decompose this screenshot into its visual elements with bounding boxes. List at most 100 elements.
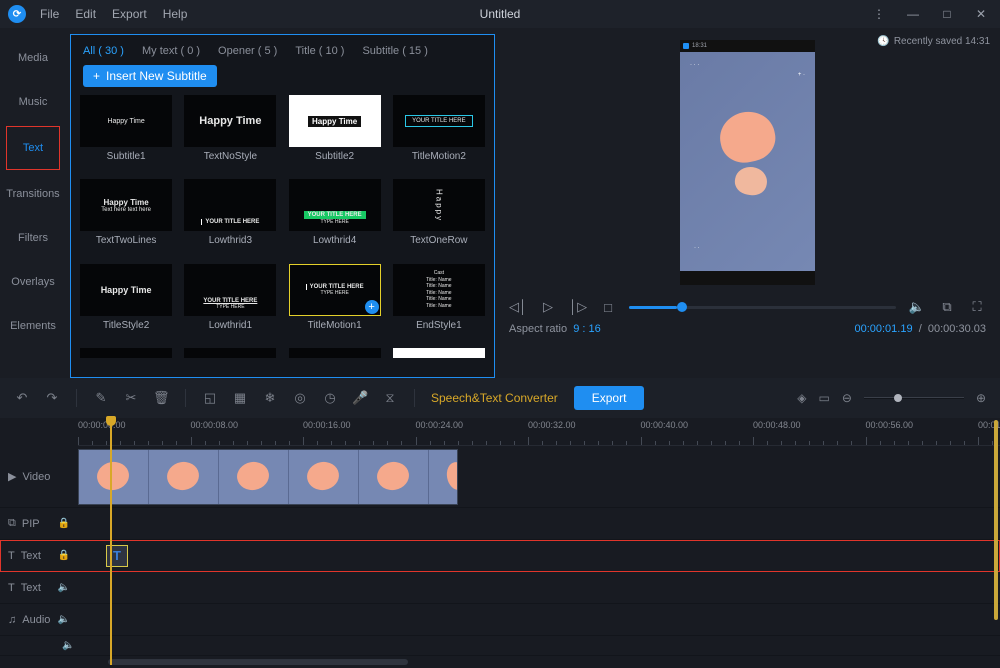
template-card[interactable]: YOUR TITLE HERE Lowthrid3 bbox=[181, 179, 279, 257]
fullscreen-icon[interactable]: ⛶ bbox=[968, 299, 986, 315]
mute-icon[interactable]: 🔈 bbox=[58, 614, 70, 625]
track-label: Text bbox=[21, 550, 41, 562]
template-card[interactable] bbox=[286, 348, 384, 369]
preview-seek-slider[interactable] bbox=[629, 306, 896, 309]
sidebar-item-overlays[interactable]: Overlays bbox=[0, 260, 66, 304]
mosaic-icon[interactable]: ▦ bbox=[232, 390, 248, 406]
template-card[interactable]: Happy Time TextNoStyle bbox=[181, 95, 279, 173]
lock-icon[interactable]: 🔒 bbox=[58, 550, 70, 561]
template-card[interactable]: YOUR TITLE HERETYPE HERE+ TitleMotion1 bbox=[286, 264, 384, 342]
thumb-sub: TYPE HERE bbox=[216, 304, 244, 310]
sidebar-item-filters[interactable]: Filters bbox=[0, 216, 66, 260]
template-card[interactable]: Happy Time TitleStyle2 bbox=[77, 264, 175, 342]
redo-icon[interactable]: ↷ bbox=[44, 390, 60, 406]
playhead[interactable] bbox=[110, 418, 112, 665]
template-card[interactable] bbox=[77, 348, 175, 369]
freeze-icon[interactable]: ❄ bbox=[262, 390, 278, 406]
template-caption: EndStyle1 bbox=[416, 320, 462, 331]
sidebar-item-elements[interactable]: Elements bbox=[0, 304, 66, 348]
tab-all[interactable]: All ( 30 ) bbox=[83, 45, 124, 57]
add-template-icon[interactable]: + bbox=[365, 300, 379, 314]
timeline-ruler[interactable]: 00:00:00.0000:00:08.0000:00:16.0000:00:2… bbox=[78, 418, 1000, 446]
template-card[interactable]: YOUR TITLE HERE TitleMotion2 bbox=[390, 95, 488, 173]
volume-icon[interactable]: 🔈 bbox=[908, 299, 926, 315]
export-button[interactable]: Export bbox=[574, 386, 645, 410]
preview-player[interactable]: 18:31 · · · + · · · bbox=[680, 40, 815, 285]
close-button[interactable]: ✕ bbox=[970, 7, 992, 21]
template-card[interactable]: Happy Time Subtitle2 bbox=[286, 95, 384, 173]
sidebar-item-music[interactable]: Music bbox=[0, 80, 66, 124]
mute-icon[interactable]: 🔈 bbox=[58, 582, 70, 593]
track-extra[interactable]: 🔈 bbox=[0, 636, 1000, 656]
undo-icon[interactable]: ↶ bbox=[14, 390, 30, 406]
tab-opener[interactable]: Opener ( 5 ) bbox=[218, 45, 277, 57]
timeline-vscroll[interactable] bbox=[994, 420, 998, 620]
lock-icon[interactable]: 🔒 bbox=[58, 518, 70, 529]
track-pip[interactable]: ⧉PIP🔒 bbox=[0, 508, 1000, 540]
maximize-button[interactable]: □ bbox=[936, 7, 958, 21]
thumb-text: Happy Time bbox=[101, 285, 152, 295]
zoom-out-icon[interactable]: ⊖ bbox=[842, 391, 852, 405]
template-card[interactable]: CastTitle: NameTitle: NameTitle: NameTit… bbox=[390, 264, 488, 342]
template-grid[interactable]: Happy Time Subtitle1 Happy Time TextNoSt… bbox=[71, 95, 494, 377]
play-icon[interactable]: ▷ bbox=[539, 299, 557, 315]
zoom-tool-icon[interactable]: ◎ bbox=[292, 390, 308, 406]
track-audio[interactable]: ♫Audio🔈 bbox=[0, 604, 1000, 636]
video-clip[interactable]: 20211115_13261 .gif bbox=[78, 449, 458, 505]
zoom-slider[interactable] bbox=[864, 397, 964, 399]
speech-text-converter-button[interactable]: Speech&Text Converter bbox=[431, 391, 558, 405]
tab-title[interactable]: Title ( 10 ) bbox=[295, 45, 344, 57]
snapshot-icon[interactable]: ⧉ bbox=[938, 299, 956, 315]
minimize-button[interactable]: — bbox=[902, 7, 924, 21]
zoom-in-icon[interactable]: ⊕ bbox=[976, 391, 986, 405]
prev-frame-icon[interactable]: ◁│ bbox=[509, 299, 527, 315]
crop-icon[interactable]: ◱ bbox=[202, 390, 218, 406]
track-text-1[interactable]: TText🔒 T bbox=[0, 540, 1000, 572]
delete-icon[interactable]: 🗑 bbox=[153, 390, 169, 406]
template-card[interactable]: YOUR TITLE HERETYPE HERE Lowthrid4 bbox=[286, 179, 384, 257]
template-card[interactable]: YOUR TITLE HERETYPE HERE Lowthrid1 bbox=[181, 264, 279, 342]
save-indicator: 🕓 Recently saved 14:31 bbox=[877, 36, 990, 47]
thumb-text: Happy Time bbox=[308, 116, 361, 127]
category-sidebar: Media Music Text Transitions Filters Ove… bbox=[0, 28, 66, 378]
tab-subtitle[interactable]: Subtitle ( 15 ) bbox=[362, 45, 427, 57]
template-card[interactable]: Happy TextOneRow bbox=[390, 179, 488, 257]
thumb-text: YOUR TITLE HERE bbox=[405, 115, 473, 127]
cut-icon[interactable]: ✂ bbox=[123, 390, 139, 406]
timeline-hscroll[interactable] bbox=[78, 656, 1000, 668]
sidebar-item-media[interactable]: Media bbox=[0, 36, 66, 80]
edit-icon[interactable]: ✎ bbox=[93, 390, 109, 406]
tab-mytext[interactable]: My text ( 0 ) bbox=[142, 45, 200, 57]
thumb-sub: TYPE HERE bbox=[320, 290, 348, 296]
menu-help[interactable]: Help bbox=[163, 7, 188, 21]
duration-icon[interactable]: ◷ bbox=[322, 390, 338, 406]
template-caption: Lowthrid1 bbox=[209, 320, 252, 331]
marker-icon[interactable]: ◈ bbox=[797, 391, 806, 405]
template-card[interactable] bbox=[390, 348, 488, 369]
track-text-2[interactable]: TText🔈 bbox=[0, 572, 1000, 604]
insert-subtitle-button[interactable]: + Insert New Subtitle bbox=[83, 65, 217, 87]
menu-edit[interactable]: Edit bbox=[75, 7, 96, 21]
thumb-text: Happy Time bbox=[104, 198, 149, 207]
voiceover-icon[interactable]: 🎤 bbox=[352, 390, 368, 406]
thumb-text: Happy bbox=[434, 189, 443, 222]
more-icon[interactable]: ⋮ bbox=[868, 7, 890, 21]
sidebar-item-transitions[interactable]: Transitions bbox=[0, 172, 66, 216]
sidebar-item-text[interactable]: Text bbox=[6, 126, 60, 170]
aspect-ratio-label[interactable]: Aspect ratio 9 : 16 bbox=[509, 323, 601, 335]
menu-file[interactable]: File bbox=[40, 7, 59, 21]
stop-icon[interactable]: □ bbox=[599, 300, 617, 315]
document-title: Untitled bbox=[480, 7, 521, 21]
track-label: Audio bbox=[22, 614, 50, 626]
track-video[interactable]: ▶Video 20211115_13261 .gif bbox=[0, 446, 1000, 508]
speed-icon[interactable]: ⧖ bbox=[382, 390, 398, 406]
clock-icon: 🕓 bbox=[877, 36, 889, 47]
menu-export[interactable]: Export bbox=[112, 7, 147, 21]
fit-icon[interactable]: ▭ bbox=[819, 391, 830, 405]
timeline-toolbar: ↶ ↷ ✎ ✂ 🗑 ◱ ▦ ❄ ◎ ◷ 🎤 ⧖ Speech&Text Conv… bbox=[0, 378, 1000, 418]
template-card[interactable]: Happy Time Subtitle1 bbox=[77, 95, 175, 173]
template-card[interactable]: Happy TimeText here text here TextTwoLin… bbox=[77, 179, 175, 257]
mute-icon[interactable]: 🔈 bbox=[62, 640, 74, 651]
template-card[interactable] bbox=[181, 348, 279, 369]
next-frame-icon[interactable]: │▷ bbox=[569, 299, 587, 315]
